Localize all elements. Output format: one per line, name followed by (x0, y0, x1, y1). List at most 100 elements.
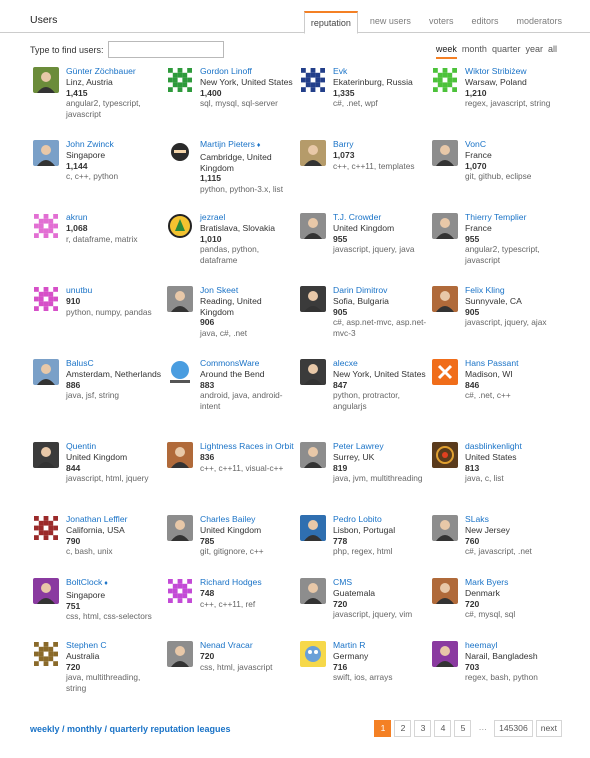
user-name-link[interactable]: T.J. Crowder (333, 212, 429, 223)
user-tags[interactable]: javascript, html, jquery (66, 473, 162, 484)
user-name-link[interactable]: Wiktor Stribiżew (465, 66, 561, 77)
user-tags[interactable]: pandas, python, dataframe (200, 244, 296, 266)
user-tags[interactable]: javascript, jquery, ajax (465, 317, 561, 328)
user-avatar[interactable] (300, 641, 326, 667)
user-name-link[interactable]: Martin R (333, 640, 429, 651)
user-name-link[interactable]: CMS (333, 577, 429, 588)
user-avatar[interactable] (33, 359, 59, 385)
user-avatar[interactable] (167, 67, 193, 93)
user-avatar[interactable] (167, 286, 193, 312)
user-avatar[interactable] (300, 67, 326, 93)
user-tags[interactable]: python, python-3.x, list (200, 184, 296, 195)
user-tags[interactable]: r, dataframe, matrix (66, 234, 162, 245)
user-name-link[interactable]: Felix Kling (465, 285, 561, 296)
user-name-link[interactable]: Pedro Lobito (333, 514, 429, 525)
user-name-link[interactable]: Mark Byers (465, 577, 561, 588)
user-tags[interactable]: android, java, android-intent (200, 390, 296, 412)
user-avatar[interactable] (432, 67, 458, 93)
user-avatar[interactable] (33, 641, 59, 667)
user-name-link[interactable]: jezrael (200, 212, 296, 223)
user-tags[interactable]: regex, javascript, string (465, 98, 561, 109)
user-avatar[interactable] (33, 67, 59, 93)
user-avatar[interactable] (167, 140, 193, 166)
user-tags[interactable]: c#, mysql, sql (465, 609, 561, 620)
user-name-link[interactable]: alecxe (333, 358, 429, 369)
user-avatar[interactable] (33, 286, 59, 312)
user-avatar[interactable] (300, 578, 326, 604)
user-tags[interactable]: java, multithreading, string (66, 672, 162, 694)
tab-new-users[interactable]: new users (364, 11, 417, 34)
user-tags[interactable]: python, numpy, pandas (66, 307, 162, 318)
user-avatar[interactable] (33, 442, 59, 468)
user-tags[interactable]: sql, mysql, sql-server (200, 98, 296, 109)
user-name-link[interactable]: Quentin (66, 441, 162, 452)
period-quarter[interactable]: quarter (492, 44, 521, 59)
user-name-link[interactable]: Jonathan Leffler (66, 514, 162, 525)
user-name-link[interactable]: heemayl (465, 640, 561, 651)
user-name-link[interactable]: Thierry Templier (465, 212, 561, 223)
user-tags[interactable]: git, github, eclipse (465, 171, 561, 182)
user-tags[interactable]: c++, c++11, visual-c++ (200, 463, 296, 474)
user-name-link[interactable]: Stephen C (66, 640, 162, 651)
user-tags[interactable]: c++, c++11, ref (200, 599, 296, 610)
user-tags[interactable]: java, c#, .net (200, 328, 296, 339)
user-name-link[interactable]: akrun (66, 212, 162, 223)
user-tags[interactable]: c++, c++11, templates (333, 161, 429, 172)
period-week[interactable]: week (435, 44, 457, 59)
user-tags[interactable]: c#, javascript, .net (465, 546, 561, 557)
user-avatar[interactable] (432, 140, 458, 166)
user-name-link[interactable]: Peter Lawrey (333, 441, 429, 452)
tab-reputation[interactable]: reputation (303, 11, 358, 34)
user-tags[interactable]: css, html, javascript (200, 662, 296, 673)
user-name-link[interactable]: Günter Zöchbauer (66, 66, 162, 77)
user-tags[interactable]: swift, ios, arrays (333, 672, 429, 683)
page-2[interactable]: 2 (394, 720, 412, 737)
user-name-link[interactable]: VonC (465, 139, 561, 150)
user-tags[interactable]: regex, bash, python (465, 672, 561, 683)
user-name-link[interactable]: Lightness Races in Orbit (200, 441, 296, 452)
user-avatar[interactable] (432, 578, 458, 604)
user-avatar[interactable] (167, 578, 193, 604)
user-avatar[interactable] (33, 578, 59, 604)
user-name-link[interactable]: Martijn Pieters ♦ (200, 139, 296, 152)
user-name-link[interactable]: SLaks (465, 514, 561, 525)
user-name-link[interactable]: John Zwinck (66, 139, 162, 150)
user-name-link[interactable]: Darin Dimitrov (333, 285, 429, 296)
tab-voters[interactable]: voters (423, 11, 460, 34)
tab-moderators[interactable]: moderators (510, 11, 568, 34)
period-all[interactable]: all (548, 44, 557, 59)
user-name-link[interactable]: CommonsWare (200, 358, 296, 369)
user-name-link[interactable]: Gordon Linoff (200, 66, 296, 77)
user-tags[interactable]: angular2, typescript, javascript (66, 98, 162, 120)
user-name-link[interactable]: Nenad Vracar (200, 640, 296, 651)
page-3[interactable]: 3 (414, 720, 432, 737)
user-avatar[interactable] (167, 515, 193, 541)
user-avatar[interactable] (432, 213, 458, 239)
user-avatar[interactable] (33, 515, 59, 541)
user-avatar[interactable] (300, 213, 326, 239)
user-name-link[interactable]: BoltClock ♦ (66, 577, 162, 590)
tab-editors[interactable]: editors (465, 11, 504, 34)
user-tags[interactable]: php, regex, html (333, 546, 429, 557)
user-tags[interactable]: javascript, jquery, java (333, 244, 429, 255)
page-1[interactable]: 1 (374, 720, 392, 737)
user-tags[interactable]: c#, .net, wpf (333, 98, 429, 109)
user-tags[interactable]: css, html, css-selectors (66, 611, 162, 622)
user-avatar[interactable] (300, 286, 326, 312)
user-name-link[interactable]: Jon Skeet (200, 285, 296, 296)
user-tags[interactable]: angular2, typescript, javascript (465, 244, 561, 266)
user-search-input[interactable] (107, 41, 224, 58)
user-name-link[interactable]: unutbu (66, 285, 162, 296)
user-tags[interactable]: git, gitignore, c++ (200, 546, 296, 557)
user-avatar[interactable] (33, 213, 59, 239)
page-4[interactable]: 4 (434, 720, 452, 737)
user-avatar[interactable] (300, 140, 326, 166)
next-page-button[interactable]: next (535, 720, 562, 737)
user-name-link[interactable]: Charles Bailey (200, 514, 296, 525)
user-tags[interactable]: c#, asp.net-mvc, asp.net-mvc-3 (333, 317, 429, 339)
user-avatar[interactable] (167, 641, 193, 667)
user-tags[interactable]: java, jsf, string (66, 390, 162, 401)
user-name-link[interactable]: dasblinkenlight (465, 441, 561, 452)
user-avatar[interactable] (432, 359, 458, 385)
user-avatar[interactable] (432, 286, 458, 312)
